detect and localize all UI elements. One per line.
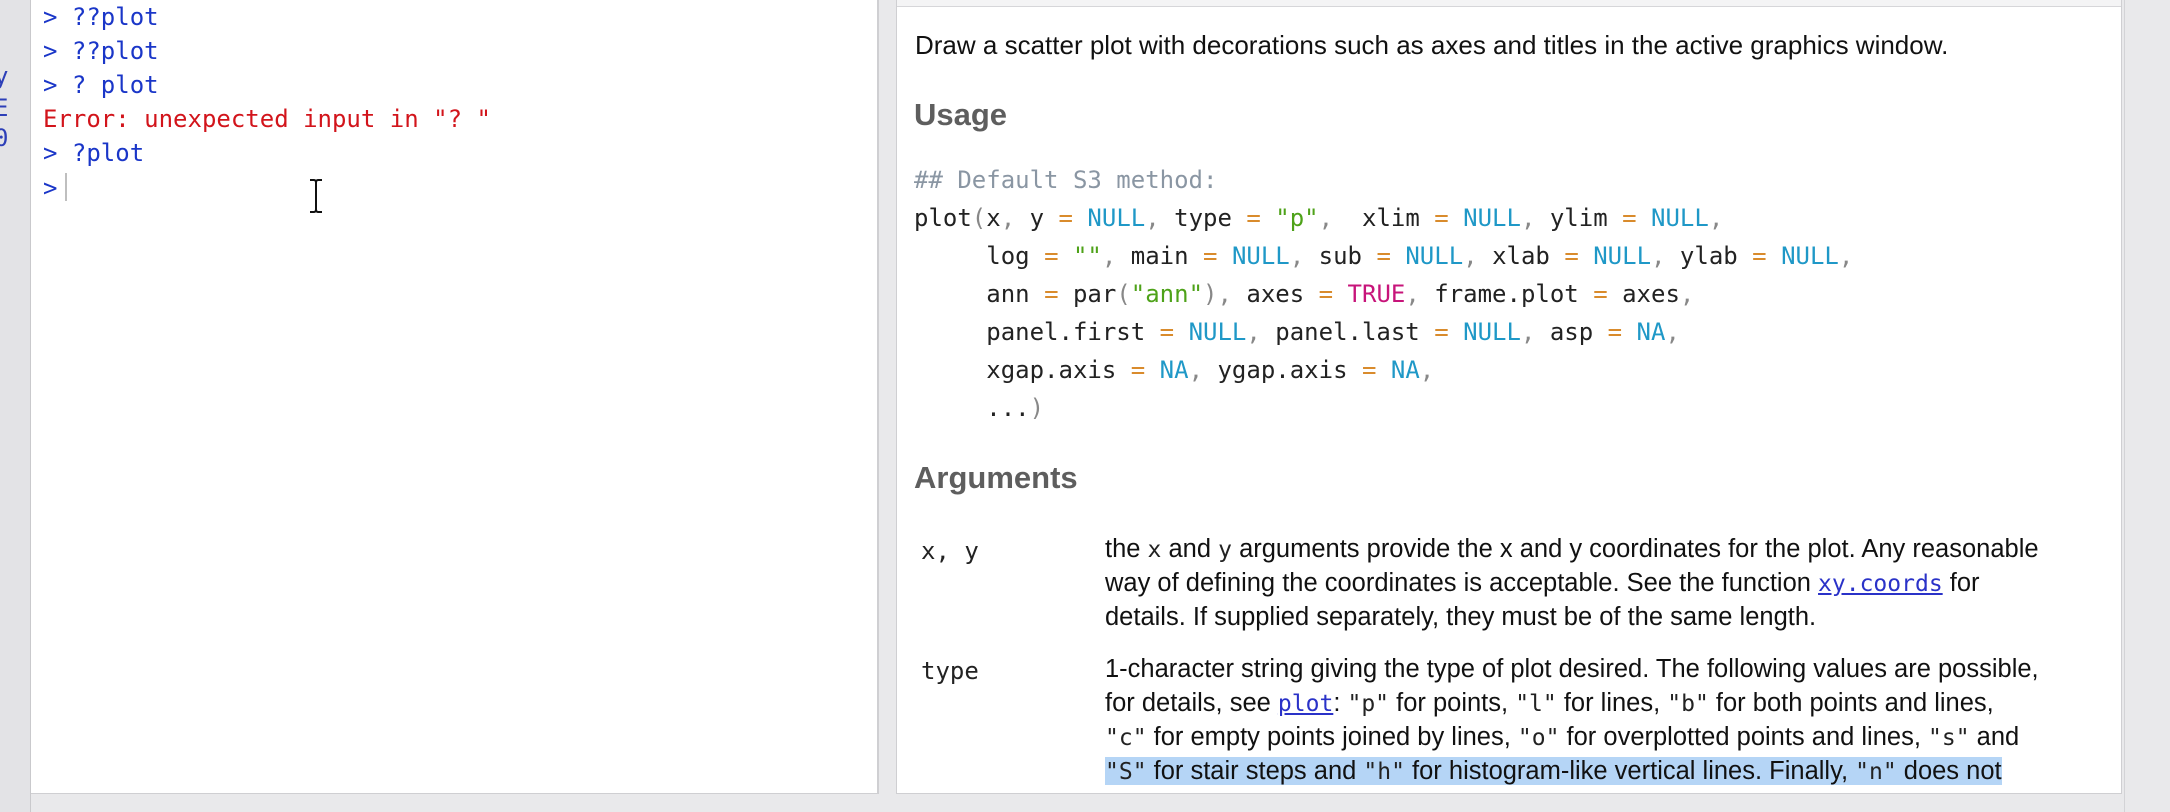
- console-error-line: Error: unexpected input in "? ": [43, 105, 491, 133]
- pane-splitter[interactable]: [880, 0, 896, 812]
- xy-coords-link[interactable]: xy.coords: [1818, 571, 1943, 597]
- arguments-heading: Arguments: [914, 460, 1078, 495]
- arg-desc-xy-line-3: details. If supplied separately, they mu…: [1105, 603, 1817, 631]
- arg-desc-type-line-4: "S" for stair steps and "h" for histogra…: [1105, 754, 2002, 789]
- clipped-glyph: 0: [0, 124, 9, 152]
- console-line: > ?plot: [43, 139, 145, 167]
- console-line: > ? plot: [43, 71, 159, 99]
- console-line: > ??plot: [43, 3, 159, 31]
- help-description: Draw a scatter plot with decorations suc…: [915, 30, 1949, 60]
- arg-desc-type-line-2: for details, see plot: "p" for points, "…: [1105, 689, 1994, 717]
- left-window-edge: y E 0: [0, 0, 31, 812]
- r-console[interactable]: > ??plot > ??plot > ? plot Error: unexpe…: [31, 0, 879, 794]
- help-pane: Draw a scatter plot with decorations suc…: [896, 0, 2122, 794]
- console-input-line[interactable]: >: [43, 173, 68, 202]
- code-line-6: ...): [986, 394, 1045, 422]
- arg-desc-xy-line-1: the x and y arguments provide the x and …: [1105, 535, 2039, 563]
- arg-name-xy: x, y: [921, 537, 979, 565]
- code-line-2: log = "", main = NULL, sub = NULL, xlab …: [986, 242, 1854, 270]
- code-line-5: xgap.axis = NA, ygap.axis = NA,: [986, 356, 1435, 384]
- selected-text[interactable]: "S" for stair steps and "h" for histogra…: [1105, 757, 2002, 785]
- right-window-edge: [2124, 0, 2170, 812]
- code-comment: ## Default S3 method:: [914, 166, 1218, 194]
- code-line-3: ann = par("ann"), axes = TRUE, frame.plo…: [986, 280, 1695, 308]
- arg-desc-xy-line-2: way of defining the coordinates is accep…: [1105, 569, 1980, 597]
- help-pane-toolbar-edge: [897, 0, 2121, 7]
- code-line-4: panel.first = NULL, panel.last = NULL, a…: [986, 318, 1680, 346]
- text-caret: [65, 173, 68, 201]
- arg-name-type: type: [921, 657, 979, 685]
- code-line-1: plot(x, y = NULL, type = "p", xlim = NUL…: [914, 204, 1724, 232]
- console-line: > ??plot: [43, 37, 159, 65]
- usage-heading: Usage: [914, 97, 1008, 132]
- plot-link[interactable]: plot: [1278, 691, 1333, 717]
- arg-desc-type-line-1: 1-character string giving the type of pl…: [1105, 655, 2039, 683]
- clipped-glyph: y: [0, 62, 9, 90]
- ibeam-cursor-icon: [310, 179, 322, 213]
- clipped-glyph: E: [0, 94, 9, 122]
- arg-desc-type-line-3: "c" for empty points joined by lines, "o…: [1105, 723, 2020, 751]
